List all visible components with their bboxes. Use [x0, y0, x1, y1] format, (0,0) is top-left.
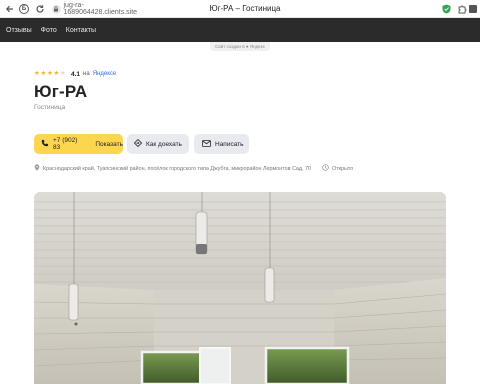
address-line[interactable]: Краснодарский край, Туапсинский район, п… [34, 164, 311, 173]
profile-icon[interactable] [468, 3, 478, 15]
made-with-yandex-badge[interactable]: Сайт создан в ● Яндекс [210, 42, 270, 51]
hotel-interior-image [34, 192, 446, 384]
opening-status: Открыто [322, 164, 353, 173]
route-icon [133, 138, 143, 149]
write-button[interactable]: Написать [194, 134, 249, 154]
status-text: Открыто [332, 165, 354, 172]
route-button[interactable]: Как доехать [127, 134, 189, 154]
rating-value: 4.1 [71, 70, 81, 78]
show-phone-button[interactable]: +7 (902) 83 Показать [34, 134, 123, 154]
lock-icon [52, 4, 61, 14]
route-label: Как доехать [146, 140, 182, 148]
mail-icon [202, 139, 211, 149]
browser-toolbar: Б jug-ra-1689064428.clients.site Юг-РА –… [0, 0, 480, 18]
star-icon: ★ [40, 70, 47, 77]
shield-icon[interactable] [440, 3, 452, 15]
business-name: Юг-РА [34, 82, 88, 101]
star-icon: ★ [53, 70, 60, 77]
site-badge-bar: Сайт создан в ● Яндекс [0, 42, 480, 52]
phone-icon [41, 139, 49, 149]
rating-block: ★ ★ ★ ★ ★ 4.1 на Яндексе [34, 70, 116, 78]
hotel-photo[interactable] [34, 192, 446, 384]
url-text: jug-ra-1689064428.clients.site [63, 2, 138, 16]
rating-source-link[interactable]: Яндексе [93, 71, 117, 77]
business-category: Гостиница [34, 104, 66, 111]
clock-icon [322, 164, 329, 173]
tab-title: Юг-РА – Гостиница [209, 4, 281, 13]
site-nav: Отзывы Фото Контакты [0, 18, 480, 42]
reload-icon[interactable] [34, 3, 46, 15]
location-pin-icon [34, 164, 40, 173]
puzzle-icon[interactable] [456, 3, 468, 15]
nav-item-photos[interactable]: Фото [41, 27, 57, 34]
write-label: Написать [215, 140, 244, 148]
phone-number: +7 (902) 83 [53, 137, 78, 151]
rating-on-label: на [83, 71, 90, 77]
nav-item-contacts[interactable]: Контакты [66, 27, 96, 34]
star-icon: ★ [34, 70, 40, 77]
star-icon: ★ [47, 70, 53, 77]
nav-item-reviews[interactable]: Отзывы [6, 27, 32, 34]
star-icon: ★ [60, 70, 66, 77]
address-text: Краснодарский край, Туапсинский район, п… [43, 165, 312, 172]
back-arrow-icon[interactable] [4, 3, 16, 15]
address-bar[interactable]: jug-ra-1689064428.clients.site [52, 2, 152, 16]
rating-stars: ★ ★ ★ ★ ★ [34, 70, 66, 77]
extension-icon[interactable]: Б [18, 3, 30, 15]
phone-show-label: Показать [95, 140, 123, 148]
